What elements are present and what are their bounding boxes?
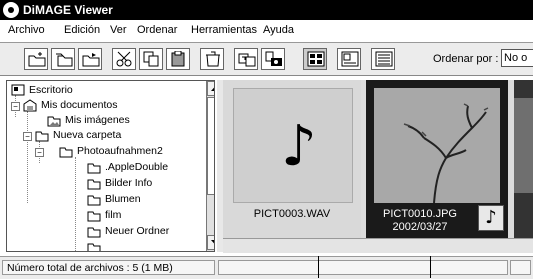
folder-icon	[35, 131, 49, 142]
arrow-up-icon	[211, 87, 214, 91]
tree-collapse-toggle[interactable]: −	[11, 102, 20, 111]
thumbnail-image	[514, 98, 533, 193]
view-details-button[interactable]	[371, 48, 395, 70]
camera-icon	[265, 51, 282, 66]
tree-scrollbar[interactable]	[206, 81, 214, 251]
view-large-thumbnails-button[interactable]	[303, 48, 327, 70]
sort-label: Ordenar por :	[433, 53, 499, 65]
move-folder-icon	[82, 53, 100, 67]
folder-icon	[87, 179, 101, 190]
audio-badge-music-note-icon[interactable]: ♪	[478, 205, 504, 231]
tree-guide-line	[27, 111, 28, 203]
window-title: DiMAGE Viewer	[23, 3, 113, 17]
callout-line	[318, 256, 319, 278]
thumbnail-card-partial[interactable]	[514, 80, 533, 238]
tree-guide-line	[75, 157, 76, 251]
delete-button[interactable]	[200, 48, 224, 70]
scroll-down-button[interactable]	[207, 235, 214, 250]
scroll-thumb[interactable]	[207, 97, 214, 195]
folder-icon	[87, 211, 101, 222]
new-folder-button[interactable]	[24, 48, 48, 70]
folder-icon	[87, 227, 101, 238]
menu-ver[interactable]: Ver	[110, 24, 127, 36]
thumbnail-filename: PICT0003.WAV	[253, 208, 331, 220]
thumbnail-date: 2002/03/27	[392, 221, 448, 233]
copy-icon	[143, 51, 159, 67]
menu-edicion[interactable]: Edición	[64, 24, 100, 36]
desktop-icon	[11, 84, 25, 96]
status-total-files: Número total de archivos : 5 (1 MB)	[2, 260, 215, 275]
thumbnail-filename: PICT0010.JPG	[383, 208, 457, 220]
trash-icon	[206, 51, 220, 67]
copy-folder-icon	[56, 53, 73, 67]
clipboard-icon	[171, 51, 185, 67]
menu-bar: Archivo Edición Ver Ordenar Herramientas…	[0, 20, 533, 43]
menu-ordenar[interactable]: Ordenar	[137, 24, 177, 36]
tree-collapse-toggle[interactable]: −	[23, 132, 32, 141]
thumbnail-card[interactable]: ♪ PICT0003.WAV	[223, 80, 361, 238]
tree-branch-photo	[374, 88, 500, 204]
new-folder-icon	[28, 52, 46, 67]
status-cell	[218, 260, 508, 275]
toolbar: Ordenar por : No o	[0, 43, 533, 76]
thumbnail-scrollbar[interactable]	[223, 238, 533, 253]
move-folder-button[interactable]	[78, 48, 102, 70]
copy-folder-button[interactable]	[51, 48, 75, 70]
folder-icon	[87, 163, 101, 174]
thumbnail-frame: ♪	[233, 88, 353, 203]
copy-button[interactable]	[139, 48, 163, 70]
details-view-icon	[375, 51, 393, 67]
folder-tree: Escritorio − Mis documentos Mis imágenes…	[6, 80, 215, 252]
menu-herramientas[interactable]: Herramientas	[191, 24, 257, 36]
app-icon	[3, 2, 19, 18]
paste-button[interactable]	[166, 48, 190, 70]
sort-select[interactable]: No o	[501, 49, 533, 67]
menu-ayuda[interactable]: Ayuda	[263, 24, 294, 36]
status-cell	[510, 260, 531, 275]
folder-icon	[87, 195, 101, 206]
pictures-folder-icon	[47, 116, 61, 127]
view-small-thumbnails-button[interactable]	[337, 48, 361, 70]
camera-button[interactable]	[261, 48, 285, 70]
thumbnail-area: ♪ PICT0003.WAV PICT0010.JPG 2002/03/27 ♪	[223, 80, 533, 252]
small-thumbnails-icon	[341, 51, 359, 67]
tree-collapse-toggle[interactable]: −	[35, 148, 44, 157]
thumbnail-card-selected[interactable]: PICT0010.JPG 2002/03/27 ♪	[366, 80, 508, 238]
import-button[interactable]	[234, 48, 258, 70]
cut-button[interactable]	[112, 48, 136, 70]
menu-archivo[interactable]: Archivo	[8, 24, 45, 36]
scroll-up-button[interactable]	[207, 81, 214, 96]
folder-icon	[59, 147, 73, 158]
music-note-icon: ♪	[281, 114, 317, 179]
documents-icon	[23, 99, 37, 112]
status-bar: Número total de archivos : 5 (1 MB)	[0, 256, 533, 279]
folder-icon	[87, 243, 101, 251]
arrow-down-icon	[211, 240, 214, 244]
callout-line	[430, 256, 431, 278]
large-thumbnails-icon	[307, 51, 325, 67]
thumbnail-image	[374, 88, 500, 204]
thumbnail-filename-date: PICT0010.JPG 2002/03/27	[366, 208, 474, 234]
scissors-icon	[116, 51, 132, 67]
title-bar: DiMAGE Viewer	[0, 0, 533, 20]
import-icon	[238, 53, 256, 67]
